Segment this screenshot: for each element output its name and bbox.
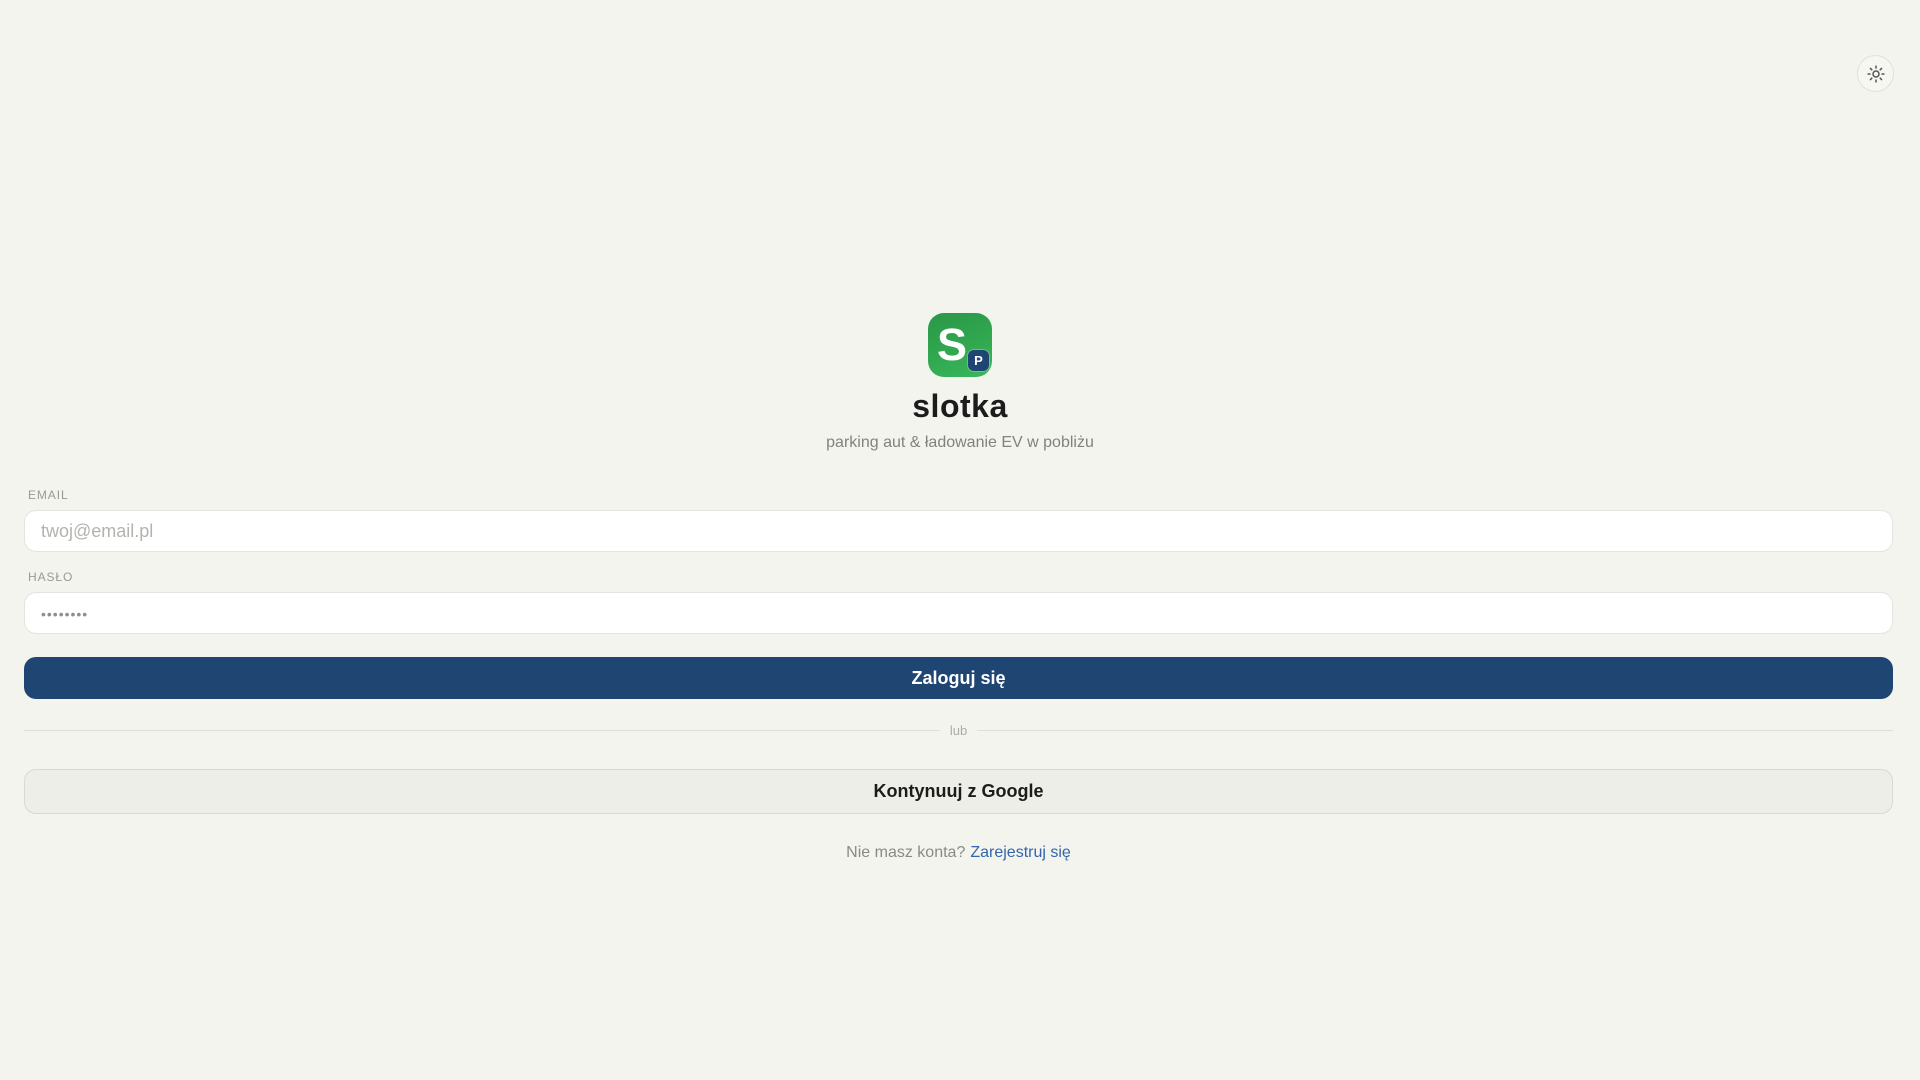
divider-label: lub: [949, 723, 968, 738]
google-login-button[interactable]: Kontynuuj z Google: [24, 769, 1893, 814]
theme-toggle-button[interactable]: [1857, 55, 1894, 92]
sun-icon: [1866, 64, 1885, 83]
divider: lub: [24, 723, 1894, 738]
login-button[interactable]: Zaloguj się: [24, 657, 1893, 699]
brand-section: S P slotka parking aut & ładowanie EV w …: [0, 313, 1920, 452]
app-logo: S P: [928, 313, 992, 377]
login-form: EMAIL HASŁO Zaloguj się lub Kontynuuj z …: [24, 488, 1894, 862]
register-link[interactable]: Zarejestruj się: [970, 844, 1070, 861]
password-input[interactable]: [24, 592, 1893, 634]
register-prompt: Nie masz konta?: [846, 844, 966, 861]
password-label: HASŁO: [28, 570, 74, 584]
email-label: EMAIL: [28, 488, 69, 502]
register-row: Nie masz konta? Zarejestruj się: [24, 844, 1893, 862]
page-tagline: parking aut & ładowanie EV w pobliżu: [826, 434, 1094, 451]
page-title: slotka: [912, 388, 1008, 424]
email-input[interactable]: [24, 510, 1893, 552]
divider-line-left: [24, 730, 940, 731]
divider-line-right: [977, 730, 1894, 731]
logo-parking-badge: P: [968, 350, 989, 371]
logo-letter: S: [937, 319, 968, 370]
login-page: S P slotka parking aut & ładowanie EV w …: [0, 0, 1920, 862]
